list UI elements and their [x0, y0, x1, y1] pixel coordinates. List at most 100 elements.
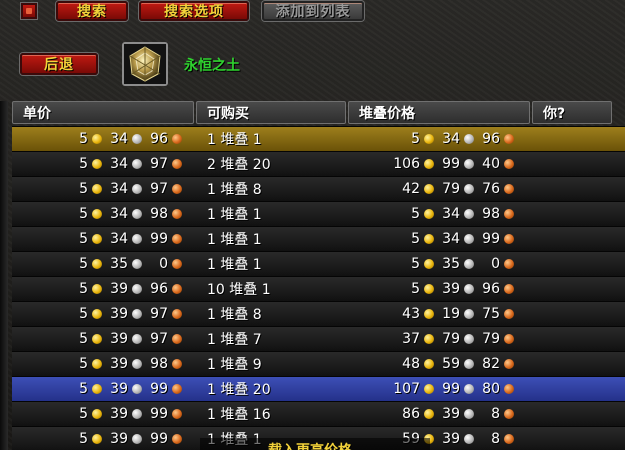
- available-quantity: 1 堆叠 1: [207, 232, 262, 248]
- silver-amount: 59: [442, 356, 460, 372]
- table-row[interactable]: 5 39 99 1 堆叠 20 107 99 80: [12, 376, 625, 401]
- silver-amount: 79: [442, 331, 460, 347]
- silver-amount: 35: [442, 256, 460, 272]
- column-header-available[interactable]: 可购买: [196, 101, 346, 124]
- copper-amount: 97: [150, 181, 168, 197]
- table-row[interactable]: 5 34 96 1 堆叠 1 5 34 96: [12, 126, 625, 151]
- copper-coin-icon: [172, 209, 182, 219]
- unit-price: 5 39 97: [52, 302, 182, 326]
- close-small-button[interactable]: [21, 3, 37, 19]
- stack-price: 42 79 76: [375, 177, 514, 201]
- table-row[interactable]: 5 39 96 10 堆叠 1 5 39 96: [12, 276, 625, 301]
- copper-amount: 96: [482, 131, 500, 147]
- gold-amount: 5: [411, 131, 420, 147]
- copper-amount: 99: [150, 231, 168, 247]
- copper-coin-icon: [172, 284, 182, 294]
- silver-coin-icon: [464, 184, 474, 194]
- silver-amount: 34: [110, 131, 128, 147]
- copper-amount: 8: [491, 431, 500, 447]
- silver-amount: 34: [110, 206, 128, 222]
- column-header-unit-price[interactable]: 单价: [12, 101, 194, 124]
- silver-coin-icon: [464, 159, 474, 169]
- silver-coin-icon: [132, 259, 142, 269]
- copper-coin-icon: [504, 384, 514, 394]
- stack-price: 107 99 80: [375, 377, 514, 401]
- silver-amount: 39: [110, 381, 128, 397]
- copper-coin-icon: [504, 334, 514, 344]
- copper-amount: 79: [482, 331, 500, 347]
- silver-amount: 39: [110, 356, 128, 372]
- available-quantity: 1 堆叠 16: [207, 407, 271, 423]
- gold-amount: 5: [79, 381, 88, 397]
- silver-amount: 99: [442, 381, 460, 397]
- add-to-list-button[interactable]: 添加到列表: [262, 1, 364, 21]
- copper-coin-icon: [504, 309, 514, 319]
- table-row[interactable]: 5 39 97 1 堆叠 7 37 79 79: [12, 326, 625, 351]
- copper-amount: 99: [150, 381, 168, 397]
- available-quantity: 1 堆叠 1: [207, 207, 262, 223]
- table-row[interactable]: 5 39 97 1 堆叠 8 43 19 75: [12, 301, 625, 326]
- copper-coin-icon: [504, 434, 514, 444]
- silver-amount: 34: [442, 131, 460, 147]
- unit-price: 5 39 99: [52, 427, 182, 450]
- table-row[interactable]: 5 34 97 1 堆叠 8 42 79 76: [12, 176, 625, 201]
- gold-amount: 5: [79, 356, 88, 372]
- available-quantity: 10 堆叠 1: [207, 282, 271, 298]
- available-quantity: 1 堆叠 9: [207, 357, 262, 373]
- copper-coin-icon: [172, 434, 182, 444]
- search-options-button[interactable]: 搜索选项: [139, 1, 249, 21]
- copper-amount: 99: [150, 431, 168, 447]
- table-row[interactable]: 5 35 0 1 堆叠 1 5 35 0: [12, 251, 625, 276]
- gold-coin-icon: [424, 259, 434, 269]
- gold-amount: 5: [79, 131, 88, 147]
- table-row[interactable]: 5 39 99 1 堆叠 16 86 39 8: [12, 401, 625, 426]
- copper-amount: 75: [482, 306, 500, 322]
- item-name: 永恒之土: [184, 58, 240, 74]
- unit-price: 5 35 0: [52, 252, 182, 276]
- stack-price: 37 79 79: [375, 327, 514, 351]
- silver-coin-icon: [132, 434, 142, 444]
- silver-amount: 39: [110, 431, 128, 447]
- unit-price: 5 39 98: [52, 352, 182, 376]
- item-icon-slot[interactable]: [122, 42, 168, 86]
- silver-coin-icon: [132, 284, 142, 294]
- silver-amount: 39: [110, 331, 128, 347]
- gold-coin-icon: [424, 359, 434, 369]
- gold-amount: 5: [411, 281, 420, 297]
- silver-amount: 19: [442, 306, 460, 322]
- unit-price: 5 39 99: [52, 402, 182, 426]
- stack-price: 5 39 96: [375, 277, 514, 301]
- available-quantity: 1 堆叠 7: [207, 332, 262, 348]
- copper-coin-icon: [504, 234, 514, 244]
- copper-amount: 96: [150, 281, 168, 297]
- copper-coin-icon: [172, 259, 182, 269]
- gold-coin-icon: [424, 334, 434, 344]
- table-row[interactable]: 5 34 97 2 堆叠 20 106 99 40: [12, 151, 625, 176]
- gold-coin-icon: [424, 284, 434, 294]
- table-row[interactable]: 5 34 98 1 堆叠 1 5 34 98: [12, 201, 625, 226]
- silver-coin-icon: [132, 234, 142, 244]
- list-scrollbar[interactable]: [0, 101, 8, 450]
- available-quantity: 2 堆叠 20: [207, 157, 271, 173]
- table-row[interactable]: 5 39 98 1 堆叠 9 48 59 82: [12, 351, 625, 376]
- copper-amount: 76: [482, 181, 500, 197]
- search-button[interactable]: 搜索: [56, 1, 128, 21]
- auction-window: 搜索 搜索选项 添加到列表 后退 永恒之土 单价 可购买 堆叠价格 你? 5 34…: [0, 0, 625, 450]
- back-button[interactable]: 后退: [20, 53, 98, 75]
- column-header-stack-price[interactable]: 堆叠价格: [348, 101, 530, 124]
- gold-amount: 5: [79, 406, 88, 422]
- copper-amount: 99: [482, 231, 500, 247]
- load-higher-prices-link[interactable]: 载入更高价格: [268, 440, 352, 450]
- unit-price: 5 39 96: [52, 277, 182, 301]
- copper-coin-icon: [504, 409, 514, 419]
- silver-amount: 34: [110, 181, 128, 197]
- silver-amount: 39: [110, 306, 128, 322]
- unit-price: 5 39 99: [52, 377, 182, 401]
- stack-price: 5 34 96: [375, 127, 514, 151]
- stack-price: 48 59 82: [375, 352, 514, 376]
- column-header-you[interactable]: 你?: [532, 101, 612, 124]
- copper-coin-icon: [172, 359, 182, 369]
- table-row[interactable]: 5 34 99 1 堆叠 1 5 34 99: [12, 226, 625, 251]
- gold-coin-icon: [424, 309, 434, 319]
- silver-amount: 35: [110, 256, 128, 272]
